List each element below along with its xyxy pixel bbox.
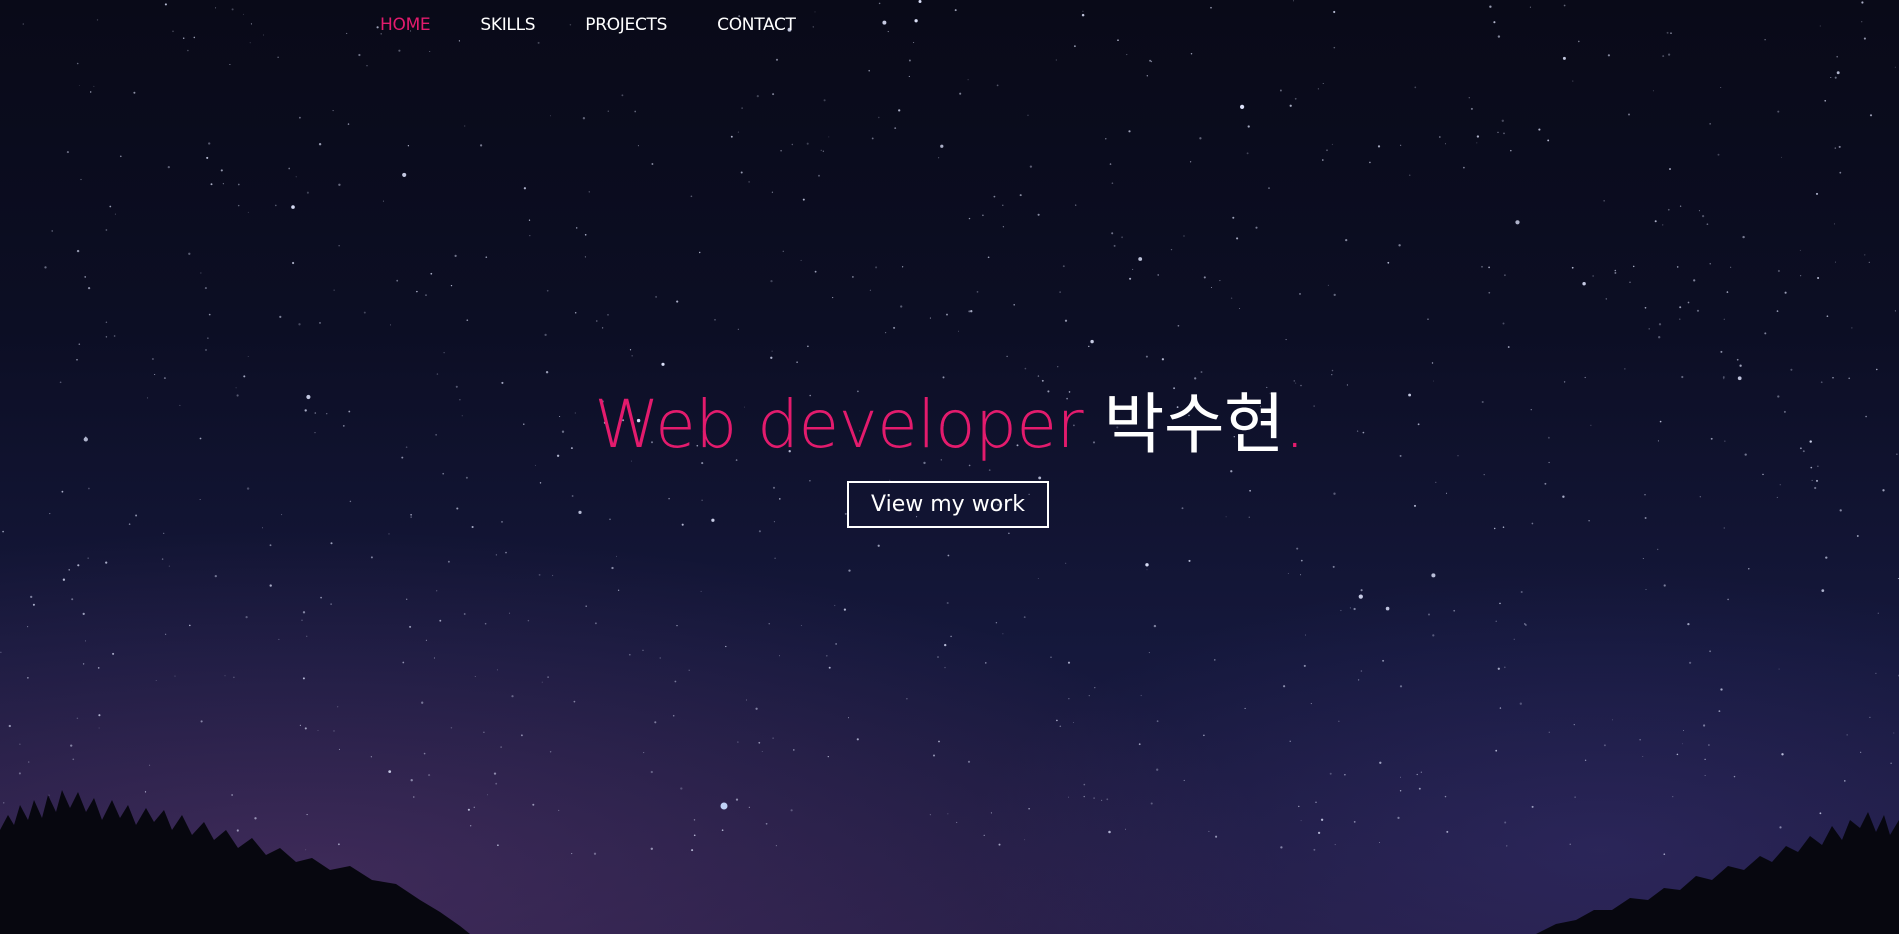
view-my-work-button[interactable]: View my work xyxy=(847,481,1049,528)
hero-section: HOME SKILLS PROJECTS CONTACT Web develop… xyxy=(0,0,1899,934)
nav-home-link[interactable]: HOME xyxy=(380,15,431,35)
headline-role: Web developer xyxy=(594,386,1084,463)
headline-name: 박수현 xyxy=(1103,386,1285,463)
headline-period: . xyxy=(1284,386,1305,463)
nav-skills-link[interactable]: SKILLS xyxy=(480,15,535,35)
nav-projects-link[interactable]: PROJECTS xyxy=(585,15,667,35)
nav-contact-link[interactable]: CONTACT xyxy=(717,15,796,35)
main-nav: HOME SKILLS PROJECTS CONTACT xyxy=(380,0,846,50)
hero-headline: Web developer 박수현. xyxy=(0,380,1899,470)
